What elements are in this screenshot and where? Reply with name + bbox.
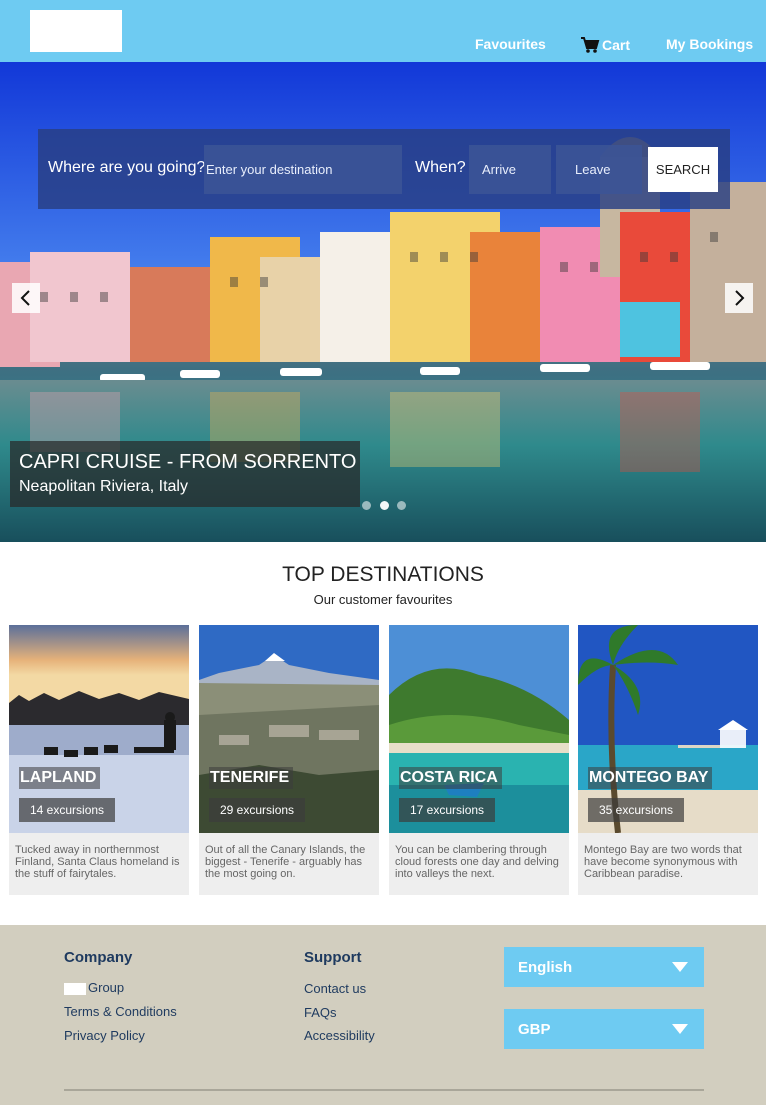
footer-link-privacy[interactable]: Privacy Policy [64, 1028, 145, 1043]
footer-company-heading: Company [64, 949, 133, 966]
destination-card-montego-bay[interactable]: MONTEGO BAY 35 excursions Montego Bay ar… [578, 625, 758, 895]
destination-card-costa-rica[interactable]: COSTA RICA 17 excursions You can be clam… [389, 625, 569, 895]
hero-caption: CAPRI CRUISE - FROM SORRENTO Neapolitan … [10, 441, 360, 507]
destination-description: You can be clambering through cloud fore… [395, 844, 559, 880]
group-logo [64, 982, 86, 995]
excursion-count-badge: 14 excursions [19, 798, 116, 822]
footer-support-heading: Support [304, 949, 362, 966]
hero-subtitle: Neapolitan Riviera, Italy [19, 478, 188, 495]
chevron-down-icon [672, 1024, 688, 1034]
excursion-count-badge: 35 excursions [588, 798, 685, 822]
language-select-value: English [518, 958, 573, 976]
footer-link-group-label: Group [88, 980, 125, 995]
hero-title: CAPRI CRUISE - FROM SORRENTO [19, 451, 357, 473]
destination-description: Tucked away in northernmost Finland, San… [15, 844, 180, 880]
destination-description: Montego Bay are two words that have beco… [584, 844, 742, 880]
carousel-prev-button[interactable] [12, 283, 40, 313]
when-label: When? [415, 159, 466, 176]
footer-link-faqs[interactable]: FAQs [304, 1005, 337, 1020]
site-footer: Company Group Terms & Conditions Privacy… [0, 925, 766, 1105]
nav-favourites-link[interactable]: Favourites [475, 36, 546, 52]
destination-name: TENERIFE [209, 767, 294, 789]
chevron-left-icon [20, 290, 30, 306]
destination-name: COSTA RICA [399, 767, 502, 789]
nav-cart-link[interactable]: Cart [580, 36, 630, 54]
carousel-dot-2[interactable] [380, 501, 389, 510]
footer-divider [64, 1089, 704, 1091]
footer-link-accessibility[interactable]: Accessibility [304, 1028, 375, 1043]
nav-my-bookings-link[interactable]: My Bookings [666, 36, 753, 52]
destination-card-tenerife[interactable]: TENERIFE 29 excursions Out of all the Ca… [199, 625, 379, 895]
destination-name: MONTEGO BAY [588, 767, 713, 789]
currency-select-value: GBP [518, 1020, 551, 1038]
excursion-count-badge: 29 excursions [209, 798, 306, 822]
search-button[interactable]: SEARCH [648, 147, 718, 192]
destination-input[interactable]: Enter your destination [204, 145, 402, 194]
site-logo[interactable] [30, 10, 122, 52]
section-title: TOP DESTINATIONS [282, 563, 484, 586]
chevron-down-icon [672, 962, 688, 972]
footer-link-contact[interactable]: Contact us [304, 981, 366, 996]
hero-carousel: Where are you going? Enter your destinat… [0, 62, 766, 542]
carousel-dot-3[interactable] [397, 501, 406, 510]
arrive-date-input[interactable]: Arrive [469, 145, 551, 194]
currency-select[interactable]: GBP [504, 1009, 704, 1049]
search-question-label: Where are you going? [48, 159, 206, 176]
cart-icon [581, 37, 600, 53]
leave-date-input[interactable]: Leave [556, 145, 642, 194]
carousel-next-button[interactable] [725, 283, 753, 313]
footer-link-group[interactable]: Group [64, 980, 124, 995]
language-select[interactable]: English [504, 947, 704, 987]
nav-cart-label: Cart [602, 37, 631, 53]
chevron-right-icon [735, 290, 745, 306]
excursion-count-badge: 17 excursions [399, 798, 496, 822]
carousel-dot-1[interactable] [362, 501, 371, 510]
destination-description: Out of all the Canary Islands, the bigge… [205, 844, 366, 880]
destination-card-lapland[interactable]: LAPLAND 14 excursions Tucked away in nor… [9, 625, 189, 895]
search-bar: Where are you going? Enter your destinat… [38, 129, 730, 209]
section-subtitle: Our customer favourites [313, 592, 453, 607]
destination-name: LAPLAND [19, 767, 101, 789]
footer-link-terms[interactable]: Terms & Conditions [64, 1004, 177, 1019]
site-header: Favourites Cart My Bookings [0, 0, 766, 62]
